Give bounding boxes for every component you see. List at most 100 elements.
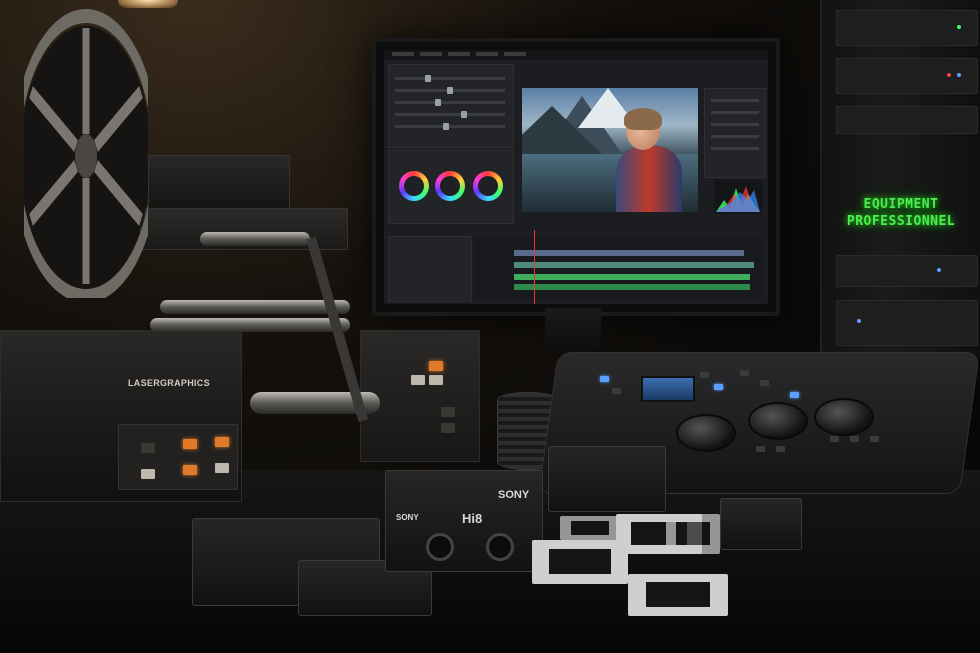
tape-format-label: Hi8 (462, 511, 483, 526)
video-viewer (522, 88, 698, 212)
scanner-brand-label: LASERGRAPHICS (128, 378, 210, 388)
color-wheel-gamma (435, 171, 465, 201)
surface-key (714, 384, 723, 390)
rack-unit (836, 300, 978, 346)
slider-knob (443, 123, 449, 130)
slider (395, 87, 505, 94)
rack-led (957, 73, 961, 77)
slider-knob (435, 99, 441, 106)
rack-unit (836, 106, 978, 134)
surface-key (700, 372, 709, 378)
slider-knob (461, 111, 467, 118)
hi8-tape: SONY SONY Hi8 (385, 470, 543, 572)
tape-reel-hole (486, 533, 514, 561)
rack-led (947, 73, 951, 77)
photo-slide (532, 540, 628, 584)
scanner-button (441, 423, 455, 433)
scanner-roller (150, 318, 350, 332)
slider (711, 111, 759, 114)
color-wheels-panel (388, 150, 514, 224)
menu-item (420, 52, 442, 56)
rack-led (957, 25, 961, 29)
surface-key (830, 436, 839, 442)
menu-item (476, 52, 498, 56)
rack-led (857, 319, 861, 323)
slider (711, 147, 759, 150)
scanner-button (183, 465, 197, 475)
slider (395, 123, 505, 130)
rack-led (937, 268, 941, 272)
scanner-button (141, 469, 155, 479)
histogram-graph (716, 186, 760, 212)
film-reel (24, 9, 148, 298)
rack-unit (836, 255, 978, 287)
trackball (748, 402, 808, 440)
surface-key (776, 446, 785, 452)
photo-scene: EQUIPMENT PROFESSIONNEL LASERGRAPHICS SO… (0, 0, 980, 653)
surface-key (612, 388, 621, 394)
media-pool-panel (388, 236, 472, 302)
grading-monitor (372, 38, 780, 316)
scanner-button (429, 361, 443, 371)
tape-reel-hole (426, 533, 454, 561)
control-surface-screen (641, 376, 695, 402)
slider (395, 75, 505, 82)
slider (711, 135, 759, 138)
monitor-screen (384, 50, 768, 304)
scanner-button (215, 463, 229, 473)
color-wheel-lift (399, 171, 429, 201)
photo-slide (666, 514, 720, 554)
tape-brand-small-label: SONY (396, 513, 419, 522)
rack-unit (836, 58, 978, 94)
scanner-roller (160, 300, 350, 314)
rack-sign: EQUIPMENT PROFESSIONNEL (828, 196, 974, 230)
audio-track (514, 274, 750, 280)
scanner-button (411, 375, 425, 385)
slider-knob (447, 87, 453, 94)
mountain (522, 106, 602, 154)
surface-key (790, 392, 799, 398)
menu-item (392, 52, 414, 56)
surface-key (760, 380, 769, 386)
tape-brand-label: SONY (498, 489, 530, 501)
scanner-button (183, 439, 197, 449)
slider (395, 99, 505, 106)
video-tape (548, 446, 666, 512)
surface-key (850, 436, 859, 442)
photo-slide (628, 574, 728, 616)
app-menubar (384, 50, 768, 60)
scanner-control-panel (118, 424, 238, 490)
settings-panel (704, 88, 766, 178)
slider (711, 99, 759, 102)
rack-unit (836, 10, 978, 46)
surface-key (756, 446, 765, 452)
photo-slide (560, 516, 620, 540)
surface-key (870, 436, 879, 442)
trackball (676, 414, 736, 452)
scanner-upper-box (148, 155, 290, 211)
video-track (514, 250, 744, 256)
slider (711, 123, 759, 126)
audio-track (514, 284, 750, 290)
child-jacket (616, 146, 682, 212)
slider (395, 111, 505, 118)
menu-item (448, 52, 470, 56)
slider-knob (425, 75, 431, 82)
equipment-rack (820, 0, 980, 360)
video-track (514, 262, 754, 268)
surface-key (600, 376, 609, 382)
timeline (474, 236, 764, 300)
color-wheel-gain (473, 171, 503, 201)
adjustment-panel (388, 64, 514, 148)
video-tape (720, 498, 802, 550)
rack-sign-line2: PROFESSIONNEL (846, 214, 956, 229)
scanner-button (429, 375, 443, 385)
scanner-button (441, 407, 455, 417)
scanner-roller (200, 232, 310, 246)
child-hair (624, 108, 662, 130)
menu-item (504, 52, 526, 56)
scanner-button (141, 443, 155, 453)
playhead (534, 230, 535, 304)
trackball (814, 398, 874, 436)
histogram-scope (714, 180, 762, 214)
